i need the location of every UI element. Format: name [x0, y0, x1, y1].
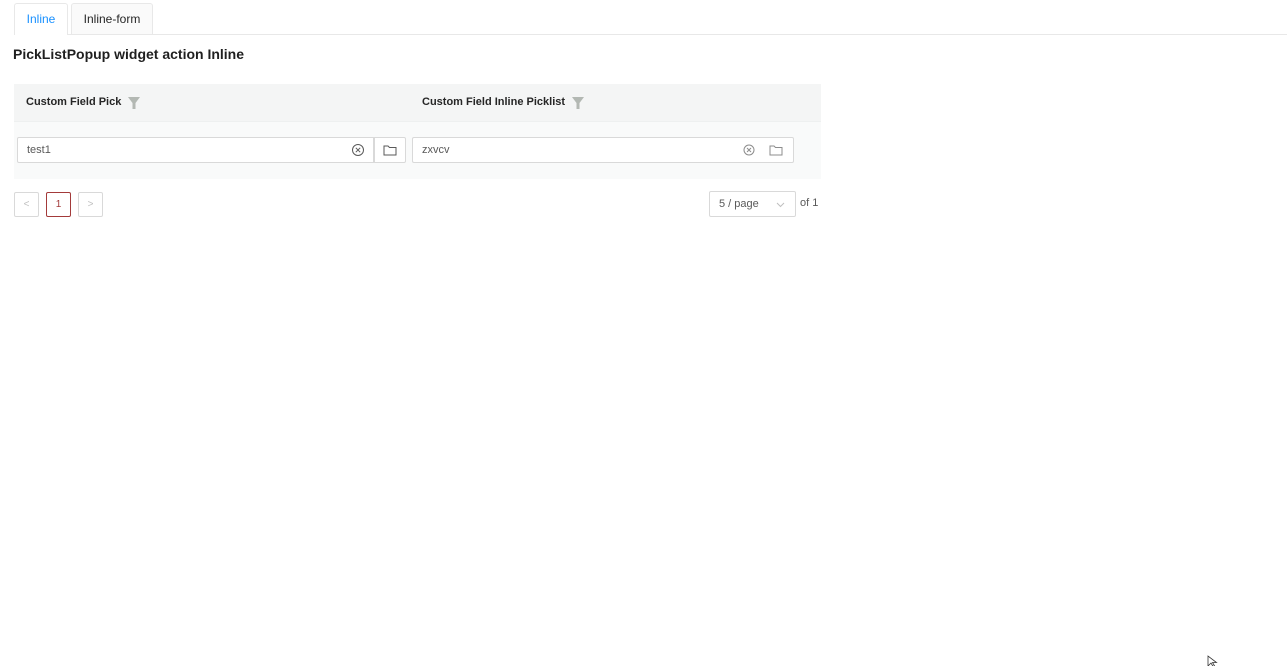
next-page-button[interactable]: > [78, 192, 103, 217]
open-picklist-button[interactable] [758, 137, 794, 163]
table-row: test1 zxvcv [14, 121, 821, 179]
custom-field-inline-picklist-picker: zxvcv [412, 137, 794, 163]
previous-page-button[interactable]: < [14, 192, 39, 217]
page-size-value: 5 / page [719, 198, 759, 210]
folder-icon [383, 145, 397, 156]
open-picklist-button[interactable] [374, 137, 406, 163]
chevron-down-icon [776, 202, 785, 208]
tab-inline-form[interactable]: Inline-form [71, 3, 153, 35]
custom-field-pick-picker: test1 [17, 137, 406, 163]
folder-icon [769, 145, 782, 156]
custom-field-pick-input[interactable]: test1 [17, 137, 374, 163]
column-label: Custom Field Pick [26, 96, 122, 108]
filter-icon[interactable] [127, 96, 141, 110]
column-label: Custom Field Inline Picklist [422, 96, 566, 108]
picker-value: test1 [27, 144, 51, 156]
custom-field-inline-picklist-input[interactable]: zxvcv [412, 137, 758, 163]
column-header-custom-field-inline-picklist: Custom Field Inline Picklist [422, 84, 585, 121]
tab-divider [14, 34, 1287, 35]
total-pages-label: of 1 [800, 197, 819, 209]
page-size-select[interactable]: 5 / page [709, 191, 796, 217]
page-title: PickListPopup widget action Inline [13, 46, 245, 62]
table-header: Custom Field Pick Custom Field Inline Pi… [14, 84, 821, 121]
data-table: Custom Field Pick Custom Field Inline Pi… [14, 84, 821, 179]
tab-bar: Inline Inline-form [0, 0, 1287, 35]
clear-icon[interactable] [351, 143, 365, 157]
page-button-1[interactable]: 1 [46, 192, 71, 217]
tab-inline[interactable]: Inline [14, 3, 68, 35]
filter-icon[interactable] [571, 96, 585, 110]
column-header-custom-field-pick: Custom Field Pick [26, 84, 141, 121]
mouse-cursor-icon [1207, 655, 1218, 666]
clear-icon[interactable] [742, 143, 756, 157]
picker-value: zxvcv [422, 144, 450, 156]
